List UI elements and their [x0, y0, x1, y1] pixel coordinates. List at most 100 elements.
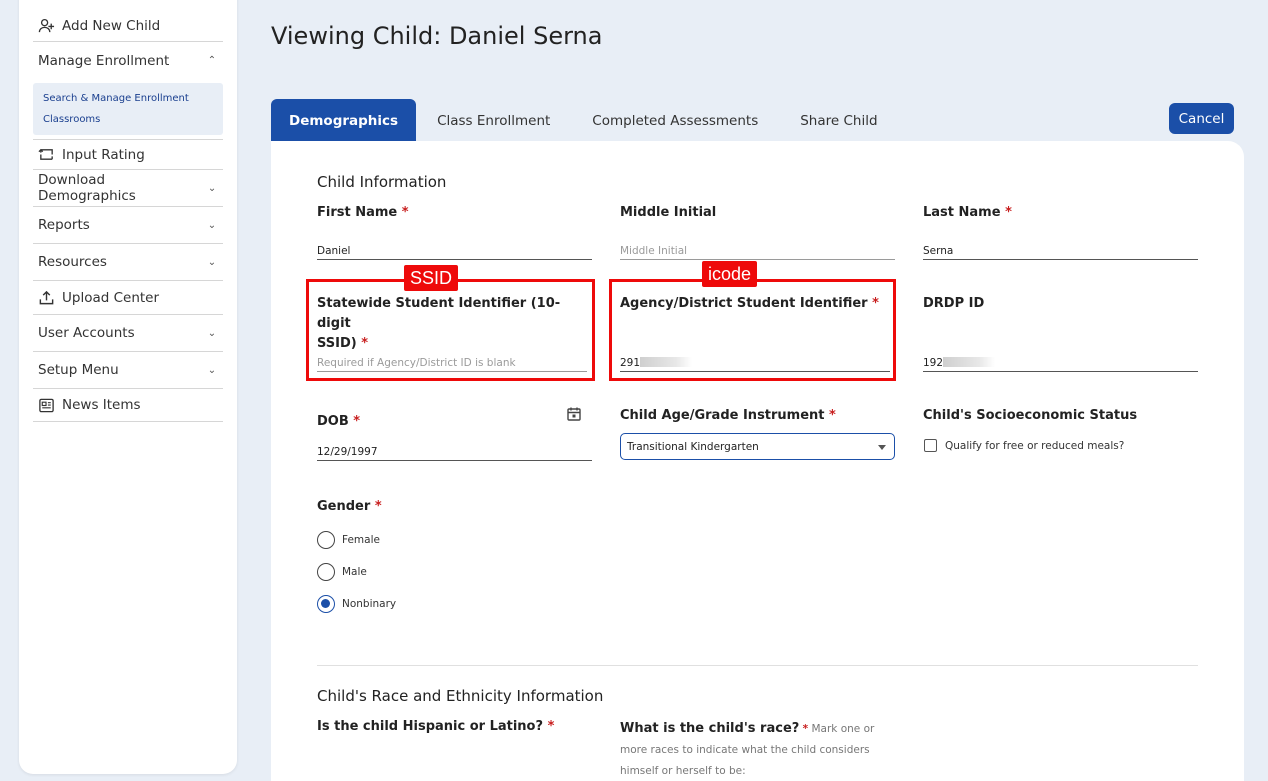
middle-initial-label: Middle Initial — [620, 205, 717, 220]
sidebar-item-label: User Accounts — [38, 325, 135, 341]
dropdown-arrow-icon — [878, 445, 886, 450]
dob-field[interactable]: 12/29/1997 — [317, 445, 592, 461]
sidebar-item-label: Manage Enrollment — [38, 52, 170, 69]
radio-label: Nonbinary — [342, 598, 397, 610]
input-rating-icon — [38, 146, 55, 163]
radio-label: Male — [342, 566, 367, 578]
calendar-icon[interactable] — [566, 406, 582, 422]
sidebar-item-label: Add New Child — [62, 17, 161, 34]
required-mark: * — [802, 723, 809, 735]
race-label: What is the child's race? — [620, 721, 800, 736]
label-text: DOB — [317, 414, 349, 429]
tab-demographics[interactable]: Demographics — [271, 99, 417, 141]
age-grade-label: Child Age/Grade Instrument * — [620, 406, 836, 426]
radio-male[interactable] — [317, 563, 335, 581]
last-name-field[interactable]: Serna — [923, 244, 1198, 260]
cancel-button[interactable]: Cancel — [1169, 103, 1234, 134]
last-name-label: Last Name * — [923, 203, 1012, 223]
ssid-highlight-box — [306, 279, 595, 381]
label-text: First Name — [317, 205, 398, 220]
dob-label: DOB * — [317, 412, 360, 432]
label-text: Child Age/Grade Instrument — [620, 408, 825, 423]
gender-option-male[interactable]: Male — [317, 563, 367, 581]
redacted-value — [943, 357, 996, 367]
sidebar-item-label: Upload Center — [62, 289, 160, 306]
chevron-down-icon: ⌄ — [207, 327, 217, 339]
required-mark: * — [1005, 205, 1012, 220]
radio-nonbinary[interactable] — [317, 595, 335, 613]
gender-option-female[interactable]: Female — [317, 531, 380, 549]
tab-share-child[interactable]: Share Child — [779, 99, 898, 141]
sidebar-item-user-accounts[interactable]: User Accounts ⌄ — [33, 315, 223, 352]
tab-label: Class Enrollment — [437, 113, 551, 129]
first-name-label: First Name * — [317, 203, 409, 223]
first-name-field[interactable]: Daniel — [317, 244, 592, 260]
sidebar-item-input-rating[interactable]: Input Rating — [33, 139, 223, 170]
free-meals-checkbox[interactable] — [924, 439, 937, 452]
add-person-icon — [38, 17, 55, 34]
label-text: Gender — [317, 499, 371, 514]
sidebar-item-setup-menu[interactable]: Setup Menu ⌄ — [33, 352, 223, 389]
required-mark: * — [401, 205, 409, 220]
submenu-item-classrooms[interactable]: Classrooms — [43, 109, 213, 130]
free-meals-label: Qualify for free or reduced meals? — [945, 439, 1125, 452]
chevron-up-icon: ⌃ — [207, 55, 217, 66]
radio-label: Female — [342, 534, 380, 546]
icode-tag: icode — [702, 261, 758, 287]
socioeconomic-label: Child's Socioeconomic Status — [923, 408, 1138, 423]
submenu-item-search-manage-enrollment[interactable]: Search & Manage Enrollment — [43, 88, 213, 109]
upload-icon — [38, 289, 55, 306]
sidebar-item-add-new-child[interactable]: Add New Child — [33, 10, 223, 42]
gender-label: Gender * — [317, 497, 382, 517]
chevron-down-icon: ⌄ — [207, 364, 217, 376]
sidebar-item-resources[interactable]: Resources ⌄ — [33, 244, 223, 281]
chevron-down-icon: ⌄ — [207, 182, 217, 194]
sidebar-nav: Add New Child Manage Enrollment ⌃ Search… — [33, 10, 223, 422]
required-mark: * — [829, 408, 836, 423]
gender-option-nonbinary[interactable]: Nonbinary — [317, 595, 396, 613]
field-value: 192 — [923, 357, 944, 369]
tab-label: Share Child — [800, 113, 878, 129]
sidebar: Add New Child Manage Enrollment ⌃ Search… — [19, 0, 237, 774]
sidebar-item-label: Reports — [38, 217, 90, 233]
required-mark: * — [353, 414, 361, 429]
chevron-down-icon: ⌄ — [207, 256, 217, 268]
ssid-tag: SSID — [404, 265, 459, 291]
drdp-id-label: DRDP ID — [923, 296, 985, 311]
demographics-card — [271, 141, 1244, 781]
required-mark: * — [547, 719, 555, 734]
sidebar-item-download-demographics[interactable]: Download Demographics ⌄ — [33, 170, 223, 207]
sidebar-item-label: Download Demographics — [38, 172, 136, 204]
label-text: Last Name — [923, 205, 1001, 220]
sidebar-item-news-items[interactable]: News Items — [33, 389, 223, 422]
middle-initial-field[interactable]: Middle Initial — [620, 244, 895, 260]
news-icon — [38, 397, 55, 414]
tab-completed-assessments[interactable]: Completed Assessments — [571, 99, 779, 141]
sidebar-item-label: Input Rating — [62, 146, 145, 163]
section-divider — [317, 665, 1198, 666]
drdp-id-field[interactable]: 192 — [923, 356, 1198, 372]
section-title-race-ethnicity: Child's Race and Ethnicity Information — [317, 687, 604, 705]
page-title: Viewing Child: Daniel Serna — [271, 22, 603, 50]
required-mark: * — [374, 499, 382, 514]
sidebar-item-label: News Items — [62, 397, 141, 413]
chevron-down-icon: ⌄ — [207, 219, 217, 231]
icode-highlight-box — [609, 279, 896, 381]
tab-label: Completed Assessments — [592, 113, 759, 129]
sidebar-item-label: Setup Menu — [38, 362, 119, 378]
sidebar-item-upload-center[interactable]: Upload Center — [33, 281, 223, 315]
label-text: Is the child Hispanic or Latino? — [317, 719, 544, 734]
tab-class-enrollment[interactable]: Class Enrollment — [416, 99, 571, 141]
free-meals-option[interactable]: Qualify for free or reduced meals? — [924, 439, 1124, 452]
select-value: Transitional Kindergarten — [627, 441, 759, 453]
sidebar-item-reports[interactable]: Reports ⌄ — [33, 207, 223, 244]
radio-female[interactable] — [317, 531, 335, 549]
tab-bar: Demographics Class Enrollment Completed … — [271, 99, 899, 141]
section-title-child-information: Child Information — [317, 173, 447, 191]
sidebar-item-manage-enrollment[interactable]: Manage Enrollment ⌃ — [33, 42, 223, 79]
sidebar-submenu: Search & Manage Enrollment Classrooms — [33, 83, 223, 135]
sidebar-item-label: Resources — [38, 254, 107, 270]
age-grade-select[interactable]: Transitional Kindergarten — [620, 433, 895, 460]
race-question: What is the child's race? * Mark one or … — [620, 718, 900, 781]
hispanic-label: Is the child Hispanic or Latino? * — [317, 717, 554, 737]
